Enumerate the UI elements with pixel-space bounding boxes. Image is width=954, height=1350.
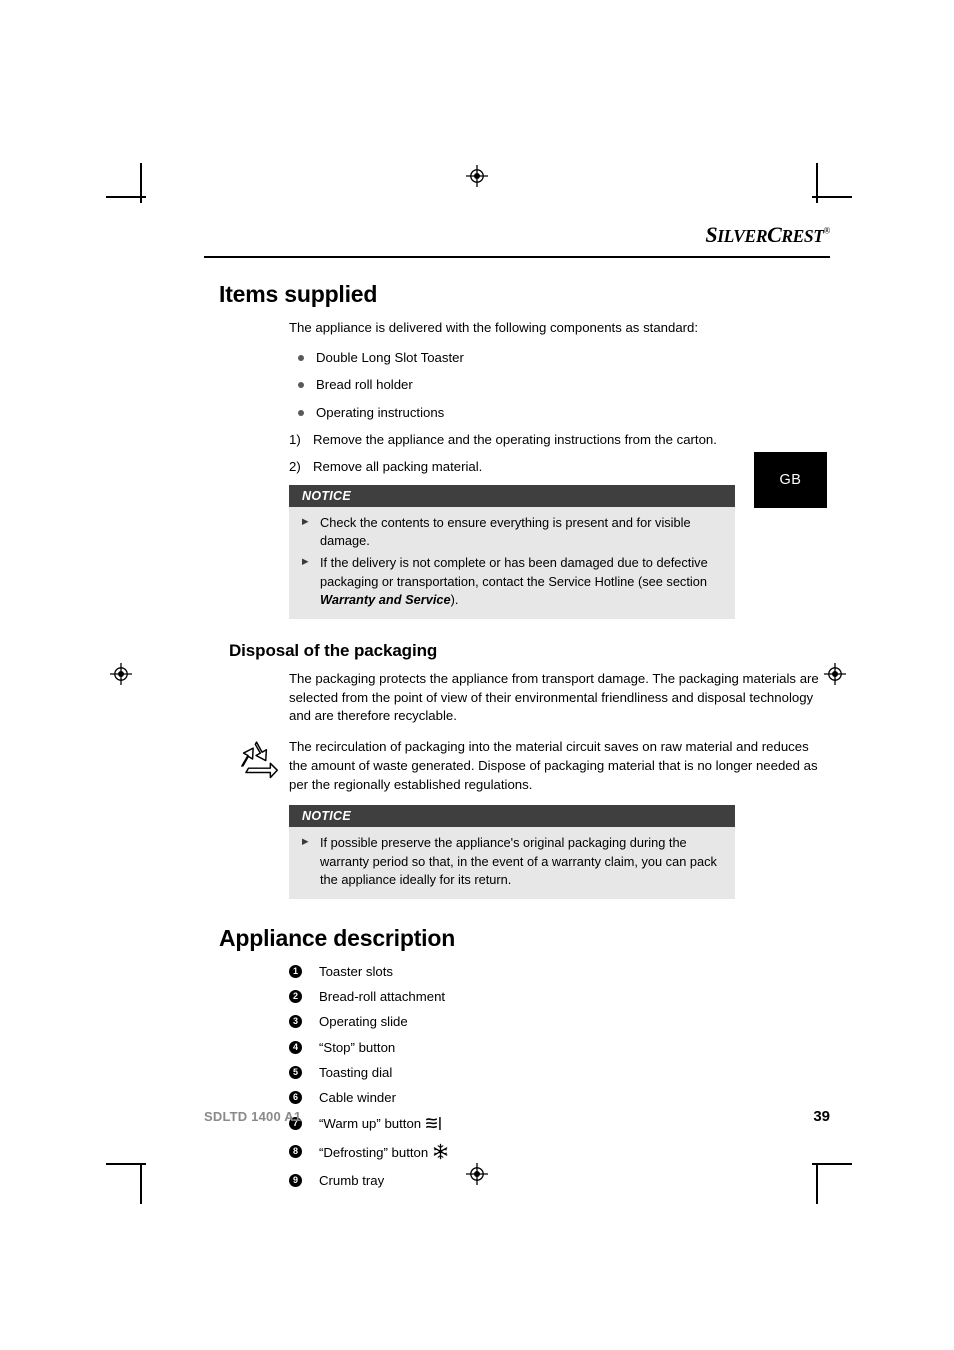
notice-title: NOTICE <box>289 485 735 508</box>
section-heading-items-supplied: Items supplied <box>219 281 378 307</box>
step-text: Remove the appliance and the operating i… <box>313 432 717 448</box>
part-number-badge: 8 <box>289 1145 302 1158</box>
notice-content: If possible preserve the appliance's ori… <box>289 827 735 899</box>
footer-model-number: SDLTD 1400 A1 <box>204 1109 302 1124</box>
part-label: Operating slide <box>319 1014 408 1030</box>
notice-content: Check the contents to ensure everything … <box>289 507 735 619</box>
notice-list: If possible preserve the appliance's ori… <box>301 834 723 888</box>
list-item: 3 Operating slide <box>289 1013 830 1031</box>
recycling-icon <box>231 738 283 784</box>
registered-trademark-icon: ® <box>823 225 831 236</box>
appliance-description-body: 1 Toaster slots 2 Bread-roll attachment 3 O… <box>289 963 830 1190</box>
list-item: 2 Bread-roll attachment <box>289 988 830 1006</box>
list-item: Bread roll holder <box>289 376 830 394</box>
part-number-badge: 1 <box>289 964 302 978</box>
crop-mark-top-left-horizontal <box>106 196 146 198</box>
items-supplied-steps: 1) Remove the appliance and the operating… <box>289 431 830 476</box>
section-heading-disposal: Disposal of the packaging <box>229 640 438 660</box>
part-label: Cable winder <box>319 1090 396 1106</box>
notice-text-emphasis: Warranty and Service <box>320 591 451 607</box>
part-number-badge: 9 <box>289 1174 302 1188</box>
page-content: SILVERCREST® Items supplied The applianc… <box>204 222 830 1198</box>
part-label: Toaster slots <box>319 963 394 979</box>
list-item: Double Long Slot Toaster <box>289 349 830 367</box>
items-supplied-list: Double Long Slot Toaster Bread roll hold… <box>289 349 830 422</box>
list-item: 9 Crumb tray <box>289 1172 830 1190</box>
brand-header: SILVERCREST® <box>204 222 830 252</box>
crop-mark-top-right-horizontal <box>812 196 852 198</box>
crop-mark-bottom-left-horizontal <box>106 1163 146 1165</box>
items-supplied-body: The appliance is delivered with the foll… <box>289 319 830 619</box>
registration-mark-left <box>110 663 132 685</box>
list-item: If possible preserve the appliance's ori… <box>301 834 723 888</box>
part-number-badge: 5 <box>289 1066 302 1080</box>
part-number-badge: 3 <box>289 1015 302 1029</box>
list-item: If the delivery is not complete or has b… <box>301 554 723 608</box>
list-item: 2) Remove all packing material. <box>289 458 830 476</box>
list-item: 1) Remove the appliance and the operating… <box>289 431 830 449</box>
list-item: 1 Toaster slots <box>289 963 830 981</box>
list-item: 5 Toasting dial <box>289 1064 830 1082</box>
disposal-paragraph-2: The recirculation of packaging into the … <box>289 739 818 792</box>
part-label: “Defrosting” button <box>319 1145 429 1160</box>
part-label: Toasting dial <box>319 1065 393 1081</box>
notice-list: Check the contents to ensure everything … <box>301 514 723 609</box>
page-footer: SDLTD 1400 A1 39 <box>204 1108 830 1125</box>
part-label: Crumb tray <box>319 1173 385 1189</box>
notice-title: NOTICE <box>289 805 735 828</box>
section-heading-appliance-description: Appliance description <box>219 924 456 951</box>
part-number-badge: 4 <box>289 1040 302 1054</box>
part-number-badge: 6 <box>289 1091 302 1105</box>
notice-box-items-supplied: NOTICE Check the contents to ensure ever… <box>289 485 735 619</box>
part-label: “Stop” button <box>319 1039 396 1055</box>
list-item: 8 “Defrosting” button <box>289 1143 830 1165</box>
logo-crest-rest: REST <box>781 226 824 246</box>
footer-page-number: 39 <box>813 1108 830 1125</box>
logo-c: C <box>767 222 782 247</box>
notice-text-post: ). <box>450 591 459 607</box>
items-supplied-intro: The appliance is delivered with the foll… <box>289 320 699 335</box>
list-item: 4 “Stop” button <box>289 1039 830 1057</box>
part-number-badge: 2 <box>289 990 302 1004</box>
step-number: 2) <box>289 458 301 474</box>
header-divider <box>204 256 830 258</box>
list-item: 6 Cable winder <box>289 1089 830 1107</box>
defrost-snowflake-icon <box>432 1143 449 1165</box>
step-text: Remove all packing material. <box>313 458 483 474</box>
appliance-parts-list: 1 Toaster slots 2 Bread-roll attachment 3 O… <box>289 963 830 1190</box>
part-label: Bread-roll attachment <box>319 989 446 1005</box>
step-number: 1) <box>289 432 301 448</box>
crop-mark-bottom-left-vertical <box>140 1164 142 1204</box>
logo-s: S <box>705 222 718 247</box>
notice-box-disposal: NOTICE If possible preserve the applianc… <box>289 805 735 899</box>
registration-mark-top <box>466 165 488 187</box>
logo-silver-rest: ILVER <box>717 226 768 246</box>
disposal-paragraph-1: The packaging protects the appliance fro… <box>289 670 819 724</box>
recycling-block: The recirculation of packaging into the … <box>241 738 830 794</box>
disposal-body: The packaging protects the appliance fro… <box>241 670 830 899</box>
silvercrest-logo: SILVERCREST® <box>705 222 830 248</box>
notice-text-pre: If the delivery is not complete or has b… <box>320 555 708 589</box>
list-item: Check the contents to ensure everything … <box>301 514 723 550</box>
list-item: Operating instructions <box>289 404 830 422</box>
